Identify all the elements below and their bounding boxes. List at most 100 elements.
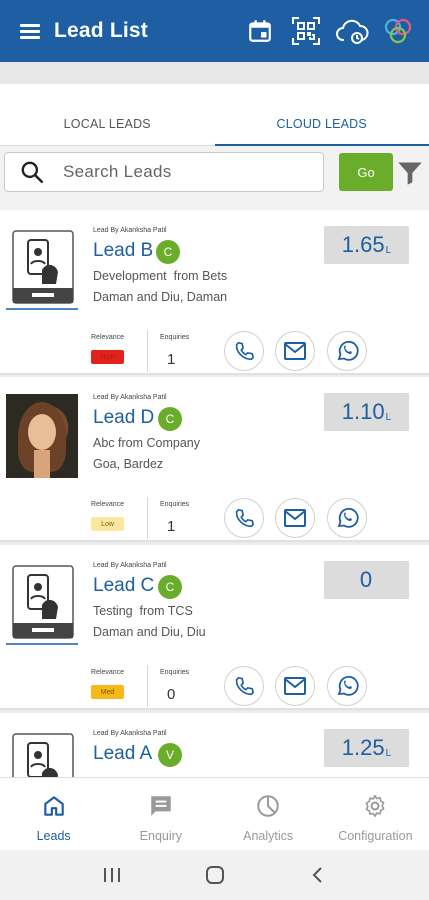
phone-icon xyxy=(235,676,255,696)
lead-location: Daman and Diu, Daman xyxy=(93,290,228,304)
search-icon xyxy=(21,161,44,184)
nav-label: Leads xyxy=(36,829,71,843)
mail-icon xyxy=(284,342,306,360)
relevance-label: Relevance xyxy=(91,501,125,508)
go-button[interactable]: Go xyxy=(339,153,393,191)
nav-enquiry[interactable]: Enquiry xyxy=(107,778,214,850)
call-button[interactable] xyxy=(224,666,264,706)
lead-description: Development from Bets xyxy=(93,269,228,283)
lead-card[interactable]: Lead By Akanksha Patil Lead D C Abc from… xyxy=(0,377,429,542)
enquiries-count: 0 xyxy=(167,686,176,703)
search-box xyxy=(4,152,324,192)
lead-amount: 1.10 L xyxy=(324,393,409,431)
top-spacer xyxy=(0,62,429,84)
lead-description: Testing from TCS xyxy=(93,604,193,618)
whatsapp-button[interactable] xyxy=(327,666,367,706)
nav-leads[interactable]: Leads xyxy=(0,778,107,850)
lead-thumbnail-phone-icon xyxy=(12,733,74,777)
lead-owner: Lead By Akanksha Patil xyxy=(93,227,167,234)
lead-source-tabs: LOCAL LEADS CLOUD LEADS xyxy=(0,84,429,146)
lead-location: Goa, Bardez xyxy=(93,457,164,471)
lead-owner: Lead By Akanksha Patil xyxy=(93,730,167,737)
thumbnail-underline xyxy=(6,308,78,310)
qr-scan-icon[interactable] xyxy=(289,14,323,48)
lead-thumbnail-phone-icon xyxy=(12,230,74,304)
lead-thumbnail-phone-icon xyxy=(12,565,74,639)
tab-cloud-leads[interactable]: CLOUD LEADS xyxy=(214,84,429,146)
relevance-chip: High xyxy=(91,350,124,364)
mail-icon xyxy=(284,509,306,527)
chat-icon xyxy=(147,792,175,820)
lead-status-badge: C xyxy=(156,240,180,264)
enquiries-count: 1 xyxy=(167,351,176,368)
lead-card[interactable]: Lead By Akanksha Patil Lead C C Testing … xyxy=(0,545,429,710)
lead-status-badge: V xyxy=(158,743,182,767)
gear-icon xyxy=(361,792,389,820)
email-button[interactable] xyxy=(275,666,315,706)
calendar-icon[interactable] xyxy=(243,14,277,48)
nav-analytics[interactable]: Analytics xyxy=(215,778,322,850)
relevance-chip: Low xyxy=(91,517,124,531)
lead-name[interactable]: Lead D xyxy=(93,407,154,429)
lead-status-badge: C xyxy=(158,575,182,599)
call-button[interactable] xyxy=(224,498,264,538)
home-icon xyxy=(40,792,68,820)
relevance-label: Relevance xyxy=(91,669,125,676)
whatsapp-icon xyxy=(337,340,359,361)
nav-label: Configuration xyxy=(338,829,413,843)
call-button[interactable] xyxy=(224,331,264,371)
email-button[interactable] xyxy=(275,331,315,371)
lead-name[interactable]: Lead C xyxy=(93,575,154,597)
relevance-label: Relevance xyxy=(91,334,125,341)
home-button-icon[interactable] xyxy=(200,860,230,890)
cloud-sync-icon[interactable] xyxy=(335,14,369,48)
whatsapp-button[interactable] xyxy=(327,498,367,538)
lead-card[interactable]: Lead By Akanksha Patil Lead A V 1.25 L xyxy=(0,713,429,777)
lead-list: Lead By Akanksha Patil Lead B C Developm… xyxy=(0,210,429,777)
system-navigation-bar xyxy=(0,850,429,900)
search-row: Go xyxy=(0,146,429,210)
email-button[interactable] xyxy=(275,498,315,538)
divider xyxy=(147,330,148,372)
tab-local-leads[interactable]: LOCAL LEADS xyxy=(0,84,215,145)
enquiries-label: Enquiries xyxy=(160,334,190,341)
nav-configuration[interactable]: Configuration xyxy=(322,778,429,850)
enquiries-count: 1 xyxy=(167,518,176,535)
enquiries-label: Enquiries xyxy=(160,501,190,508)
relevance-chip: Med xyxy=(91,685,124,699)
back-icon[interactable] xyxy=(303,860,333,890)
thumbnail-underline xyxy=(6,643,78,645)
lead-owner: Lead By Akanksha Patil xyxy=(93,394,167,401)
lead-amount: 1.25 L xyxy=(324,729,409,767)
bottom-navigation: Leads Enquiry Analytics Configuration xyxy=(0,777,429,850)
lead-photo xyxy=(6,394,78,478)
lead-name[interactable]: Lead B xyxy=(93,240,153,262)
divider xyxy=(147,665,148,707)
whatsapp-button[interactable] xyxy=(327,331,367,371)
page-title: Lead List xyxy=(54,19,148,42)
lead-location: Daman and Diu, Diu xyxy=(93,625,206,639)
menu-icon[interactable] xyxy=(20,23,40,39)
whatsapp-icon xyxy=(337,507,359,528)
lead-description: Abc from Company xyxy=(93,436,200,450)
divider xyxy=(147,497,148,539)
search-input[interactable] xyxy=(63,162,323,182)
enquiries-label: Enquiries xyxy=(160,669,190,676)
lead-name[interactable]: Lead A xyxy=(93,743,152,765)
phone-icon xyxy=(235,508,255,528)
nav-label: Enquiry xyxy=(139,829,183,843)
lead-status-badge: C xyxy=(158,407,182,431)
brand-logo-icon xyxy=(381,14,415,48)
mail-icon xyxy=(284,677,306,695)
phone-icon xyxy=(235,341,255,361)
filter-icon[interactable] xyxy=(396,159,424,187)
pie-chart-icon xyxy=(254,792,282,820)
app-bar: Lead List xyxy=(0,0,429,62)
nav-label: Analytics xyxy=(243,829,294,843)
lead-amount: 0 xyxy=(324,561,409,599)
whatsapp-icon xyxy=(337,675,359,696)
lead-amount: 1.65 L xyxy=(324,226,409,264)
lead-owner: Lead By Akanksha Patil xyxy=(93,562,167,569)
lead-card[interactable]: Lead By Akanksha Patil Lead B C Developm… xyxy=(0,210,429,375)
recent-apps-icon[interactable] xyxy=(97,860,127,890)
